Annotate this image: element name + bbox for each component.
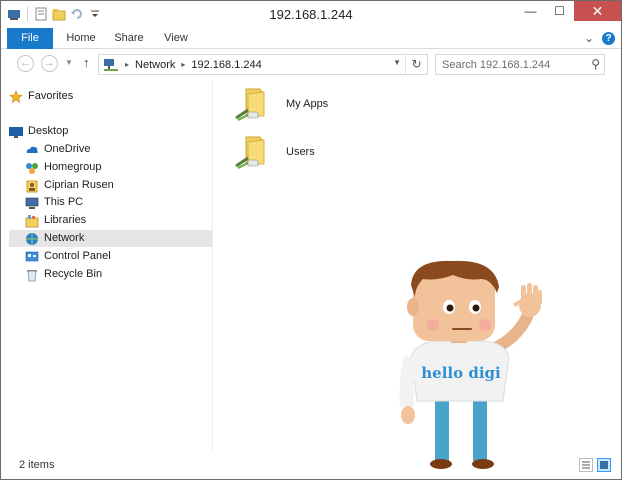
nav-network-label: Network xyxy=(44,232,85,244)
caption-buttons: — ☐ ✕ xyxy=(516,1,621,21)
navigation-pane: Favorites Desktop OneDrive Homegroup Cip… xyxy=(1,80,213,452)
tab-share[interactable]: Share xyxy=(107,28,151,49)
ribbon-tabs: File Home Share View ⌄ ? xyxy=(1,28,621,49)
expand-ribbon-button[interactable]: ⌄ xyxy=(584,31,594,45)
forward-button[interactable]: → xyxy=(41,55,58,72)
desktop-icon xyxy=(9,125,23,139)
address-bar[interactable]: ▸ Network ▸ 192.168.1.244 ▼ ↻ xyxy=(98,54,428,75)
details-view-icon[interactable] xyxy=(579,458,593,472)
nav-homegroup-label: Homegroup xyxy=(44,161,102,173)
search-placeholder: Search 192.168.1.244 xyxy=(442,59,551,71)
recent-locations-chevron-icon[interactable]: ▼ xyxy=(65,58,73,67)
search-icon[interactable]: ⚲ xyxy=(591,57,600,71)
back-button[interactable]: ← xyxy=(17,55,34,72)
shirt-text: hello digi xyxy=(421,364,501,382)
breadcrumb-separator[interactable]: ▸ xyxy=(125,60,129,69)
nav-onedrive-label: OneDrive xyxy=(44,143,91,155)
nav-this-pc[interactable]: This PC xyxy=(9,194,212,211)
breadcrumb-separator[interactable]: ▸ xyxy=(181,60,185,69)
title-bar: 192.168.1.244 — ☐ ✕ xyxy=(1,1,621,28)
nav-control-panel-label: Control Panel xyxy=(44,250,111,262)
nav-libraries-label: Libraries xyxy=(44,214,87,226)
nav-recycle-bin[interactable]: Recycle Bin xyxy=(9,266,212,283)
item-count: 2 items xyxy=(19,459,55,471)
breadcrumb-network[interactable]: Network xyxy=(135,59,175,71)
shared-folder-icon xyxy=(234,134,274,170)
libraries-icon xyxy=(25,214,39,228)
tab-home[interactable]: Home xyxy=(57,28,105,49)
up-button[interactable]: ↑ xyxy=(83,55,90,70)
computer-icon xyxy=(25,196,39,210)
breadcrumb-current[interactable]: 192.168.1.244 xyxy=(191,59,261,71)
nav-network[interactable]: Network xyxy=(9,230,212,247)
tab-view[interactable]: View xyxy=(155,28,197,49)
user-folder-icon xyxy=(25,179,39,193)
status-bar: 2 items xyxy=(1,453,621,479)
nav-onedrive[interactable]: OneDrive xyxy=(9,141,212,158)
mascot-illustration: hello digi xyxy=(397,257,561,471)
network-icon xyxy=(25,232,39,246)
nav-user-folder[interactable]: Ciprian Rusen xyxy=(9,177,212,194)
nav-desktop[interactable]: Desktop xyxy=(9,123,212,140)
network-icon xyxy=(103,58,119,72)
nav-control-panel[interactable]: Control Panel xyxy=(9,248,212,265)
shared-folder-icon xyxy=(234,86,274,122)
folder-label: Users xyxy=(286,146,315,158)
explorer-window: 192.168.1.244 — ☐ ✕ File Home Share View… xyxy=(0,0,622,480)
nav-desktop-label: Desktop xyxy=(28,125,69,137)
address-row: ← → ▼ ↑ ▸ Network ▸ 192.168.1.244 ▼ ↻ Se… xyxy=(1,50,621,78)
nav-favorites-label: Favorites xyxy=(28,90,74,102)
folder-item[interactable]: My Apps xyxy=(234,86,328,122)
nav-homegroup[interactable]: Homegroup xyxy=(9,159,212,176)
large-icons-view-icon[interactable] xyxy=(597,458,611,472)
maximize-button[interactable]: ☐ xyxy=(545,1,574,21)
minimize-button[interactable]: — xyxy=(516,1,545,21)
nav-favorites[interactable]: Favorites xyxy=(9,88,212,105)
help-button[interactable]: ? xyxy=(602,31,615,45)
address-dropdown-icon[interactable]: ▼ xyxy=(393,58,401,67)
recycle-bin-icon xyxy=(25,268,39,282)
nav-user-folder-label: Ciprian Rusen xyxy=(44,179,114,191)
refresh-button[interactable]: ↻ xyxy=(405,55,427,74)
view-toggle xyxy=(579,458,611,472)
nav-libraries[interactable]: Libraries xyxy=(9,212,212,229)
folder-item[interactable]: Users xyxy=(234,134,315,170)
ribbon-right-controls: ⌄ ? xyxy=(584,31,615,45)
control-panel-icon xyxy=(25,250,39,264)
folder-label: My Apps xyxy=(286,98,329,110)
search-box[interactable]: Search 192.168.1.244 ⚲ xyxy=(435,54,605,75)
nav-this-pc-label: This PC xyxy=(44,196,84,208)
onedrive-icon xyxy=(25,143,39,157)
homegroup-icon xyxy=(25,161,39,175)
star-icon xyxy=(9,89,23,104)
tab-file[interactable]: File xyxy=(7,28,53,49)
close-button[interactable]: ✕ xyxy=(574,1,621,21)
nav-recycle-bin-label: Recycle Bin xyxy=(44,268,103,280)
